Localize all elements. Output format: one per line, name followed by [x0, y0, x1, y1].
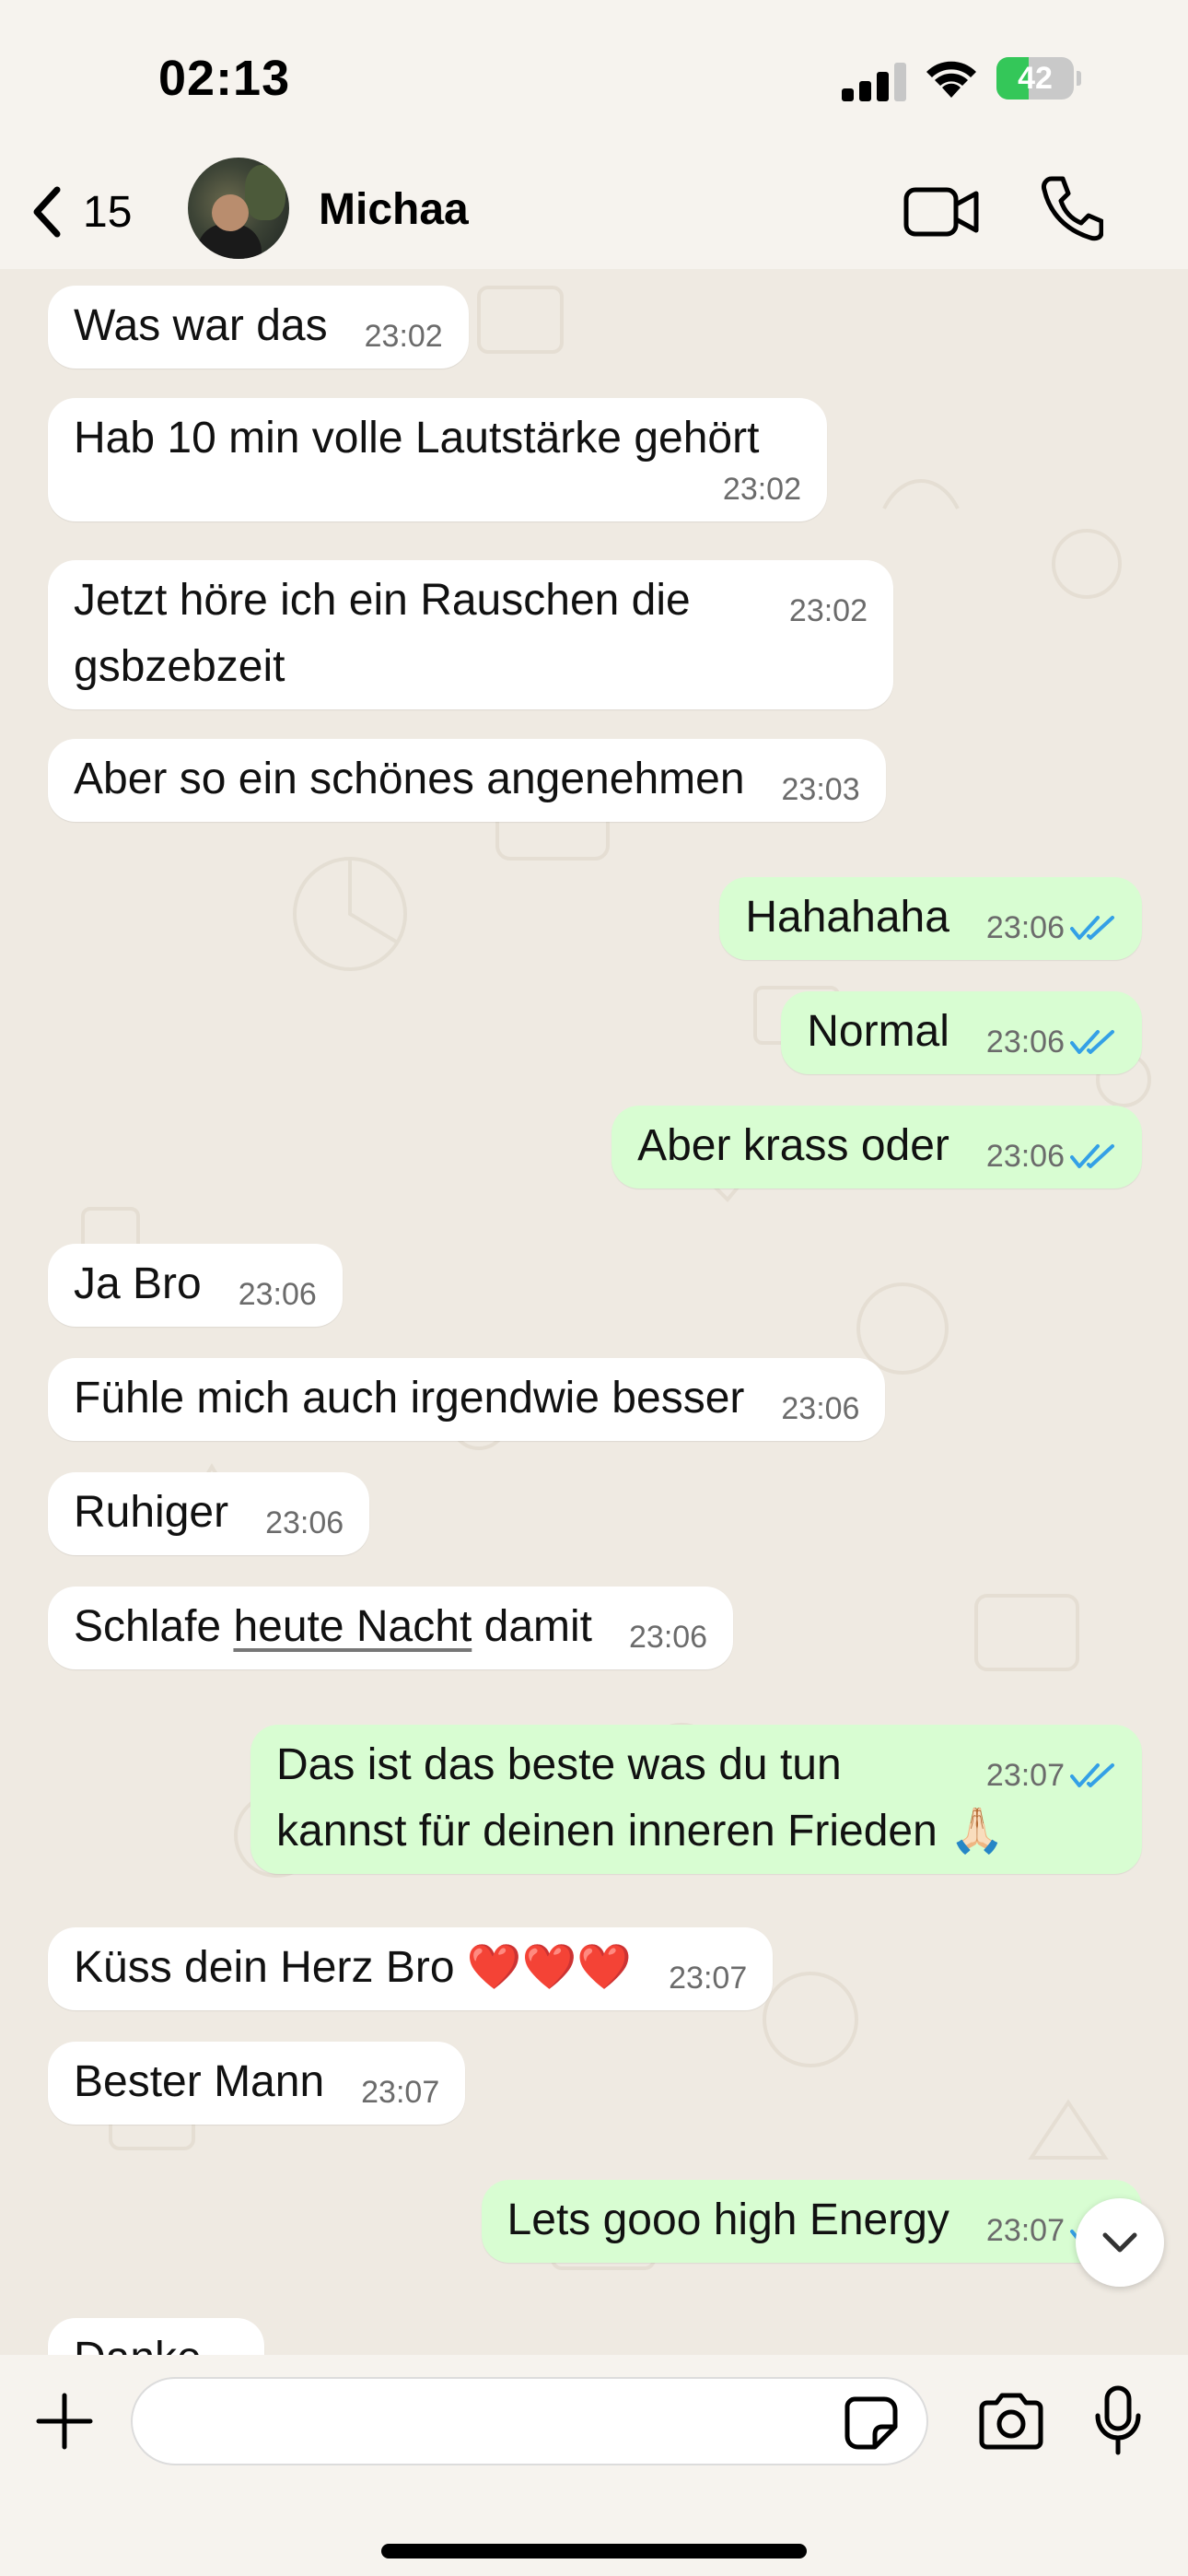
read-receipt-icon	[1070, 1144, 1114, 1168]
contact-name[interactable]: Michaa	[319, 184, 469, 235]
message-time: 23:07	[986, 1752, 1116, 1798]
message-time: 23:02	[788, 593, 868, 628]
message-text: Hahahaha	[745, 893, 949, 942]
message-time: 23:06	[781, 1391, 860, 1426]
back-button[interactable]: 15	[29, 177, 158, 247]
message-time: 23:07	[669, 1961, 748, 1996]
incoming-message[interactable]: 23:02 Jetzt höre ich ein Rauschen die gsb…	[48, 560, 893, 709]
microphone-icon[interactable]	[1092, 2384, 1144, 2458]
incoming-message[interactable]: 23:03 Aber so ein schönes angenehmen	[48, 739, 886, 822]
heart-emoji: ❤️❤️❤️	[466, 1943, 633, 1992]
status-bar: 02:13 42	[0, 0, 1188, 157]
outgoing-message[interactable]: 23:06 Aber krass oder	[611, 1106, 1142, 1188]
message-text: Fühle mich auch irgendwie besser	[74, 1374, 745, 1423]
message-text: Jetzt höre ich ein Rauschen die gsbzebze…	[74, 576, 704, 691]
message-input[interactable]	[131, 2377, 928, 2465]
incoming-message[interactable]: 23:02 Was war das	[48, 286, 469, 369]
message-text: Ruhiger	[74, 1488, 229, 1537]
incoming-message[interactable]: 23:06 Ja Bro	[48, 1244, 343, 1327]
message-time: 23:06	[986, 1019, 1116, 1065]
message-text: Schlafe heute Nacht damit	[74, 1602, 592, 1651]
message-text: Das ist das beste was du tun kannst für …	[276, 1740, 1005, 1856]
incoming-message[interactable]: Danke	[48, 2318, 264, 2355]
date-link[interactable]: heute Nacht	[233, 1602, 472, 1651]
read-receipt-icon	[1070, 916, 1114, 940]
input-bar	[0, 2355, 1188, 2576]
message-time: 23:06	[238, 1277, 317, 1312]
message-time: 23:02	[364, 319, 443, 354]
incoming-message[interactable]: 23:06 Ruhiger	[48, 1472, 370, 1555]
message-text: Aber so ein schönes angenehmen	[74, 755, 745, 803]
message-text: Ja Bro	[74, 1259, 202, 1308]
battery-charging-icon: 42	[996, 57, 1081, 100]
home-indicator	[381, 2544, 807, 2558]
camera-icon[interactable]	[976, 2392, 1046, 2451]
message-time: 23:07	[361, 2075, 440, 2110]
message-time: 23:06	[265, 1505, 344, 1540]
avatar[interactable]	[188, 158, 289, 259]
outgoing-message[interactable]: 23:07 Das ist das beste was du tun kannst…	[250, 1725, 1142, 1874]
read-receipt-icon	[1070, 1763, 1114, 1787]
outgoing-message[interactable]: 23:06 Hahahaha	[719, 877, 1142, 960]
scroll-to-bottom-button[interactable]	[1076, 2198, 1164, 2287]
status-time: 02:13	[158, 51, 291, 106]
outgoing-message[interactable]: 23:07 Lets gooo high Energy	[481, 2180, 1142, 2263]
message-time: 23:06	[986, 905, 1116, 951]
incoming-message[interactable]: 23:07 Küss dein Herz Bro ❤️❤️❤️	[48, 1927, 774, 2010]
chevron-left-icon	[33, 186, 61, 238]
chat-header: 15 Michaa	[0, 157, 1188, 269]
unread-count: 15	[83, 187, 133, 237]
chat-area[interactable]: 23:02 Was war das Hab 10 min volle Lautstä…	[0, 269, 1188, 2355]
message-text: Hab 10 min volle Lautstärke gehört	[74, 414, 760, 463]
message-time: 23:02	[722, 472, 801, 507]
message-text: Lets gooo high Energy	[507, 2195, 949, 2244]
outgoing-message[interactable]: 23:06 Normal	[781, 991, 1142, 1074]
message-time: 23:06	[986, 1133, 1116, 1179]
message-text: Was war das	[74, 301, 328, 350]
incoming-message[interactable]: Hab 10 min volle Lautstärke gehört 23:02	[48, 398, 827, 521]
message-time: 23:03	[781, 772, 860, 807]
message-time: 23:06	[629, 1620, 708, 1655]
plus-icon[interactable]	[35, 2392, 94, 2451]
signal-icon	[842, 61, 906, 101]
incoming-message[interactable]: 23:06 Schlafe heute Nacht damit	[48, 1587, 734, 1669]
chevron-down-icon	[1102, 2232, 1137, 2253]
sticker-icon[interactable]	[842, 2394, 901, 2453]
wifi-icon	[926, 61, 976, 98]
message-text: Danke	[74, 2334, 202, 2355]
message-text: Normal	[807, 1007, 949, 1056]
incoming-message[interactable]: 23:06 Fühle mich auch irgendwie besser	[48, 1358, 886, 1441]
video-call-icon[interactable]	[903, 177, 980, 247]
message-text: Aber krass oder	[637, 1121, 949, 1170]
phone-icon[interactable]	[1039, 173, 1103, 243]
message-text: Bester Mann	[74, 2057, 325, 2106]
read-receipt-icon	[1070, 1030, 1114, 1054]
battery-level: 42	[1018, 60, 1053, 96]
message-text: Küss dein Herz Bro ❤️❤️❤️	[74, 1943, 633, 1992]
incoming-message[interactable]: 23:07 Bester Mann	[48, 2042, 466, 2125]
